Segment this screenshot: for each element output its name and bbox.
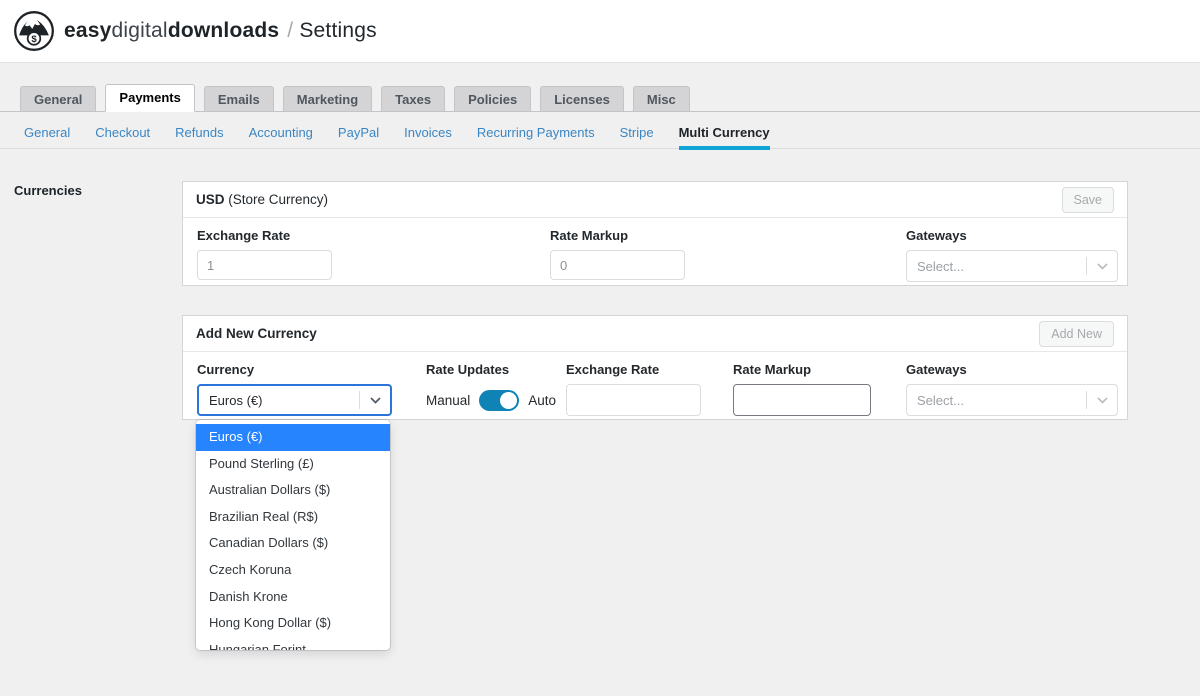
tab-marketing[interactable]: Marketing — [283, 86, 372, 112]
page-title: Settings — [299, 19, 376, 42]
subtab-stripe[interactable]: Stripe — [620, 116, 654, 148]
subtab-refunds[interactable]: Refunds — [175, 116, 223, 148]
chevron-down-icon — [1087, 397, 1117, 404]
add-gateways-select[interactable]: Select... — [906, 384, 1118, 416]
tab-policies[interactable]: Policies — [454, 86, 531, 112]
currency-select[interactable]: Euros (€) — [197, 384, 392, 416]
add-exchange-rate-input[interactable] — [566, 384, 701, 416]
app-header: $ easydigitaldownloads / Settings — [0, 0, 1200, 63]
store-currency-title: USD (Store Currency) — [196, 192, 328, 207]
currency-label: Currency — [197, 362, 392, 377]
store-gateways-select[interactable]: Select... — [906, 250, 1118, 282]
store-exchange-rate-input[interactable] — [197, 250, 332, 280]
edd-logo-icon: $ — [13, 10, 55, 52]
rate-updates-toggle[interactable] — [479, 390, 519, 411]
store-rate-markup-label: Rate Markup — [550, 228, 685, 243]
currency-option-danish-krone[interactable]: Danish Krone — [196, 584, 390, 611]
tab-emails[interactable]: Emails — [204, 86, 274, 112]
breadcrumb-separator: / — [287, 19, 293, 42]
subtab-checkout[interactable]: Checkout — [95, 116, 150, 148]
store-currency-panel-header: USD (Store Currency) Save — [183, 182, 1127, 218]
add-gateways-label: Gateways — [906, 362, 1118, 377]
currency-option-hungarian-forint[interactable]: Hungarian Forint — [196, 637, 390, 650]
store-currency-code: USD — [196, 192, 225, 207]
add-rate-markup-input[interactable] — [733, 384, 871, 416]
currency-option-euros[interactable]: Euros (€) — [196, 424, 390, 451]
currency-select-value: Euros (€) — [209, 393, 262, 408]
subtab-multi-currency[interactable]: Multi Currency — [679, 116, 770, 150]
add-new-button[interactable]: Add New — [1039, 321, 1114, 347]
store-rate-markup-field: Rate Markup — [550, 228, 685, 280]
currency-option-canadian-dollars[interactable]: Canadian Dollars ($) — [196, 530, 390, 557]
add-gateways-field: Gateways Select... — [906, 362, 1118, 416]
tab-general[interactable]: General — [20, 86, 96, 112]
svg-text:$: $ — [31, 34, 37, 45]
payments-subtab-bar: General Checkout Refunds Accounting PayP… — [0, 116, 1200, 149]
add-rate-markup-label: Rate Markup — [733, 362, 871, 377]
edd-settings-page: { "header": { "brand_easy": "easy", "bra… — [0, 0, 1200, 696]
add-new-currency-panel-header: Add New Currency Add New — [183, 316, 1127, 352]
subtab-general[interactable]: General — [24, 116, 70, 148]
chevron-down-icon — [1087, 263, 1117, 270]
currency-option-hong-kong-dollar[interactable]: Hong Kong Dollar ($) — [196, 610, 390, 637]
subtab-recurring-payments[interactable]: Recurring Payments — [477, 116, 595, 148]
brand-easy: easy — [64, 19, 112, 42]
toggle-knob — [500, 392, 517, 409]
store-currency-suffix: (Store Currency) — [228, 192, 328, 207]
add-new-currency-title: Add New Currency — [196, 326, 317, 341]
store-gateways-field: Gateways Select... — [906, 228, 1118, 282]
currency-option-pound-sterling[interactable]: Pound Sterling (£) — [196, 451, 390, 478]
currency-option-australian-dollars[interactable]: Australian Dollars ($) — [196, 477, 390, 504]
subtab-invoices[interactable]: Invoices — [404, 116, 452, 148]
add-new-currency-panel-body: Currency Euros (€) Rate Updates Manual A… — [183, 352, 1127, 420]
store-rate-markup-input[interactable] — [550, 250, 685, 280]
subtab-paypal[interactable]: PayPal — [338, 116, 379, 148]
rate-updates-field: Rate Updates Manual Auto — [426, 362, 556, 411]
chevron-down-icon — [360, 397, 390, 404]
add-exchange-rate-label: Exchange Rate — [566, 362, 701, 377]
rate-updates-toggle-row: Manual Auto — [426, 390, 556, 411]
store-gateways-placeholder: Select... — [917, 259, 964, 274]
store-currency-panel: USD (Store Currency) Save Exchange Rate … — [182, 181, 1128, 286]
subtab-accounting[interactable]: Accounting — [249, 116, 313, 148]
rate-updates-label: Rate Updates — [426, 362, 556, 377]
tab-licenses[interactable]: Licenses — [540, 86, 624, 112]
add-gateways-placeholder: Select... — [917, 393, 964, 408]
rate-updates-manual-label: Manual — [426, 393, 470, 408]
store-exchange-rate-field: Exchange Rate — [197, 228, 332, 280]
add-exchange-rate-field: Exchange Rate — [566, 362, 701, 416]
currency-option-czech-koruna[interactable]: Czech Koruna — [196, 557, 390, 584]
settings-tab-bar: General Payments Emails Marketing Taxes … — [0, 84, 1200, 112]
add-new-currency-panel: Add New Currency Add New Currency Euros … — [182, 315, 1128, 420]
store-gateways-label: Gateways — [906, 228, 1118, 243]
tab-misc[interactable]: Misc — [633, 86, 690, 112]
store-currency-panel-body: Exchange Rate Rate Markup Gateways Selec… — [183, 218, 1127, 286]
add-rate-markup-field: Rate Markup — [733, 362, 871, 416]
store-exchange-rate-label: Exchange Rate — [197, 228, 332, 243]
currency-option-brazilian-real[interactable]: Brazilian Real (R$) — [196, 504, 390, 531]
tab-payments[interactable]: Payments — [105, 84, 194, 112]
currency-field: Currency Euros (€) — [197, 362, 392, 416]
currencies-section-label: Currencies — [14, 183, 82, 198]
rate-updates-auto-label: Auto — [528, 393, 556, 408]
brand-digital: digital — [112, 19, 168, 42]
brand-title: easydigitaldownloads / Settings — [64, 19, 377, 43]
brand-downloads: downloads — [168, 19, 279, 42]
currency-dropdown-menu: Euros (€) Pound Sterling (£) Australian … — [196, 420, 390, 650]
tab-taxes[interactable]: Taxes — [381, 86, 445, 112]
save-button[interactable]: Save — [1062, 187, 1115, 213]
